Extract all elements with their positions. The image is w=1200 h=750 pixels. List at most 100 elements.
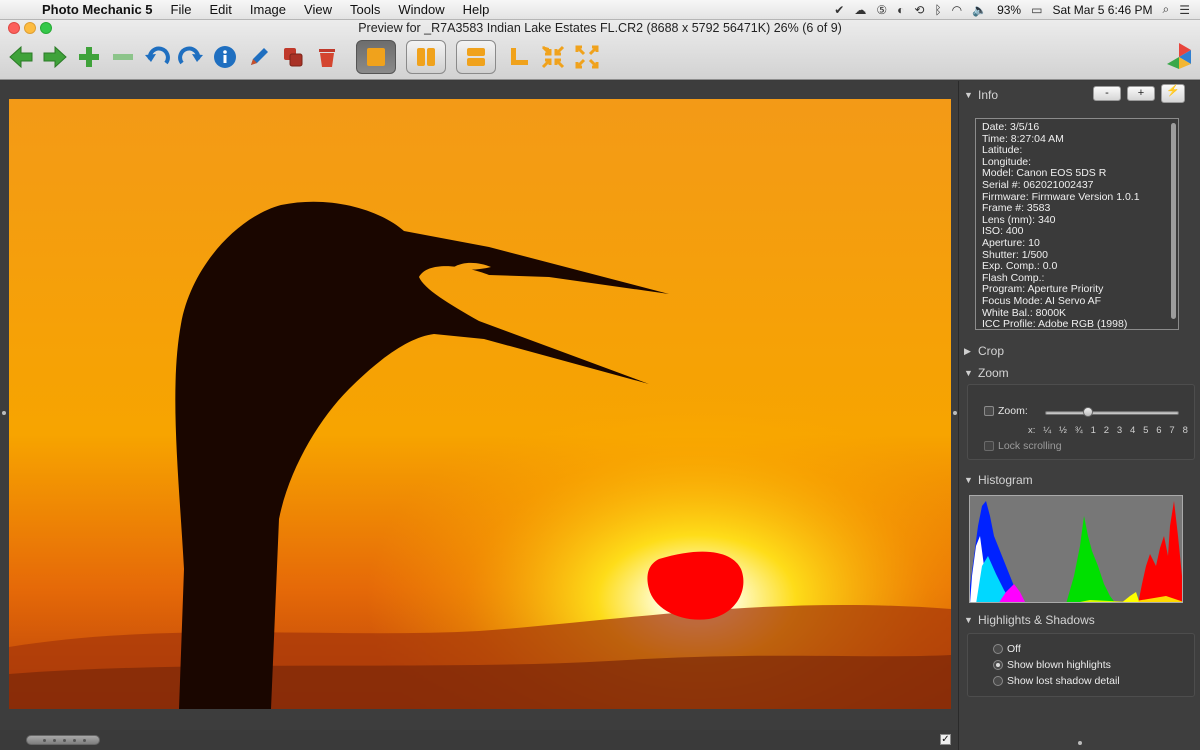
menu-help[interactable]: Help (454, 2, 499, 17)
time-machine-icon[interactable]: ⟲ (914, 3, 924, 17)
photo-mechanic-logo-icon (1166, 42, 1192, 70)
trash-icon[interactable] (312, 42, 342, 72)
clock[interactable]: Sat Mar 5 6:46 PM (1052, 3, 1152, 17)
info-section-header[interactable]: ▼ Info (964, 88, 998, 102)
radio-shadow-detail[interactable] (993, 676, 1003, 686)
menu-view[interactable]: View (295, 2, 341, 17)
histogram-section-title: Histogram (978, 473, 1033, 487)
crop-section-header[interactable]: ▶ Crop (964, 344, 1004, 358)
zoom-tick: 5 (1143, 425, 1149, 436)
preview-photo[interactable] (9, 99, 951, 709)
battery-percent: 93% (997, 2, 1022, 17)
arrow-right-icon[interactable] (40, 42, 70, 72)
wifi-icon[interactable]: ◠ (952, 3, 962, 17)
crop-corner-icon[interactable] (504, 42, 534, 72)
zoom-checkbox-label: Zoom: (998, 405, 1028, 417)
radio-shadow-detail-label: Show lost shadow detail (1007, 675, 1120, 687)
info-metadata-line: Focus Mode: AI Servo AF (982, 294, 1102, 307)
zoom-tick: 4 (1130, 425, 1136, 436)
zoom-controls: Zoom: x: ¼ ½ ¾ 1 2 3 4 5 6 7 8 Lock scro… (967, 384, 1195, 460)
highlights-option-blown[interactable]: Show blown highlights (993, 659, 1111, 671)
html5-icon[interactable]: ⑤ (876, 3, 887, 17)
info-metadata-line: ICC Profile: Adobe RGB (1998) (982, 318, 1128, 330)
left-resize-handle[interactable] (2, 411, 6, 415)
zoom-section-header[interactable]: ▼ Zoom (964, 366, 1009, 380)
menu-tools[interactable]: Tools (341, 2, 389, 17)
histogram-graph (969, 495, 1183, 603)
disclosure-triangle-closed-icon[interactable]: ▶ (964, 346, 974, 357)
rotate-right-icon[interactable] (176, 42, 206, 72)
info-metadata-line: Frame #: 3583 (982, 202, 1051, 215)
info-shrink-button[interactable]: - (1093, 86, 1121, 101)
battery-icon[interactable]: ▭ (1031, 3, 1042, 17)
info-scrollbar[interactable] (1171, 123, 1176, 319)
filmstrip-scroll-handle[interactable] (26, 735, 100, 745)
lock-scrolling-checkbox[interactable] (984, 441, 994, 451)
info-icon[interactable] (210, 42, 240, 72)
radio-off[interactable] (993, 644, 1003, 654)
disclosure-triangle-open-icon[interactable]: ▼ (964, 615, 974, 625)
window-titlebar: Preview for _R7A3583 Indian Lake Estates… (0, 20, 1200, 80)
highlights-section-header[interactable]: ▼ Highlights & Shadows (964, 613, 1095, 627)
rotate-left-icon[interactable] (142, 42, 172, 72)
highlights-option-shadow[interactable]: Show lost shadow detail (993, 675, 1120, 687)
info-grow-button[interactable]: + (1127, 86, 1155, 101)
highlights-option-off[interactable]: Off (993, 643, 1021, 655)
pen-icon[interactable] (244, 42, 274, 72)
expand-icon[interactable] (572, 42, 602, 72)
menu-app[interactable]: Photo Mechanic 5 (40, 2, 162, 17)
info-metadata-line: Serial #: 062021002437 (982, 178, 1094, 191)
zoom-tick: ¾ (1074, 425, 1083, 436)
preview-bottom-bar: ✓ (0, 730, 958, 750)
copy-icon[interactable] (278, 42, 308, 72)
menu-file[interactable]: File (162, 2, 201, 17)
creative-cloud-icon[interactable]: ☁ (854, 3, 866, 17)
menu-window[interactable]: Window (389, 2, 453, 17)
zoom-tick: 3 (1116, 425, 1123, 436)
disclosure-triangle-open-icon[interactable]: ▼ (964, 90, 974, 100)
right-resize-handle[interactable] (953, 411, 957, 415)
zoom-slider[interactable] (1045, 407, 1179, 417)
zoom-tick: 6 (1156, 425, 1162, 436)
status-check-icon[interactable]: ✔ (834, 3, 844, 17)
arrow-left-icon[interactable] (6, 42, 36, 72)
tag-checkbox[interactable]: ✓ (940, 734, 951, 745)
lock-scrolling-label: Lock scrolling (998, 440, 1062, 452)
info-quick-action-button[interactable]: ⚡ (1161, 84, 1185, 103)
shrink-icon[interactable] (538, 42, 568, 72)
menu-image[interactable]: Image (241, 2, 295, 17)
plus-icon[interactable] (74, 42, 104, 72)
info-panel: ▼ Info - + ⚡ Date: 3/5/16 Time: 8:27:04 A… (958, 81, 1200, 750)
radio-blown-highlights-label: Show blown highlights (1007, 659, 1111, 671)
window-title: Preview for _R7A3583 Indian Lake Estates… (358, 21, 842, 35)
menu-edit[interactable]: Edit (200, 2, 240, 17)
info-metadata-line: Aperture: 10 (982, 236, 1040, 249)
radio-off-label: Off (1007, 643, 1021, 655)
zoom-tick: 2 (1103, 425, 1110, 436)
zoom-section-title: Zoom (978, 366, 1009, 380)
preview-area: ✓ (0, 81, 958, 750)
panel-bottom-handle[interactable] (1078, 741, 1082, 745)
histogram-section-header[interactable]: ▼ Histogram (964, 473, 1033, 487)
notification-center-icon[interactable]: ☰ (1179, 3, 1190, 17)
zoom-tick-labels: x: ¼ ½ ¾ 1 2 3 4 5 6 7 8 (1028, 425, 1188, 436)
bluetooth-icon[interactable]: ᛒ (934, 3, 941, 17)
info-metadata-box[interactable]: Date: 3/5/16 Time: 8:27:04 AM Latitude: Lon… (975, 118, 1179, 330)
spotlight-icon[interactable]: ⌕ (1163, 2, 1170, 17)
radio-blown-highlights[interactable] (993, 660, 1003, 670)
info-section-title: Info (978, 88, 999, 102)
menu-bar: Photo Mechanic 5 File Edit Image View To… (0, 0, 1200, 20)
vault-icon[interactable]: ◐ (897, 3, 904, 17)
split-horizontal-icon[interactable] (456, 40, 496, 74)
zoom-tick: ½ (1059, 425, 1067, 436)
zoom-tick: 7 (1169, 425, 1175, 436)
disclosure-triangle-open-icon[interactable]: ▼ (964, 368, 974, 378)
zoom-tick: 1 (1090, 425, 1096, 436)
split-vertical-icon[interactable] (406, 40, 446, 74)
zoom-checkbox[interactable] (984, 406, 994, 416)
single-view-icon[interactable] (356, 40, 396, 74)
minus-icon[interactable] (108, 42, 138, 72)
volume-icon[interactable]: 🔈 (972, 3, 987, 17)
zoom-slider-thumb[interactable] (1083, 407, 1093, 417)
disclosure-triangle-open-icon[interactable]: ▼ (964, 475, 974, 485)
